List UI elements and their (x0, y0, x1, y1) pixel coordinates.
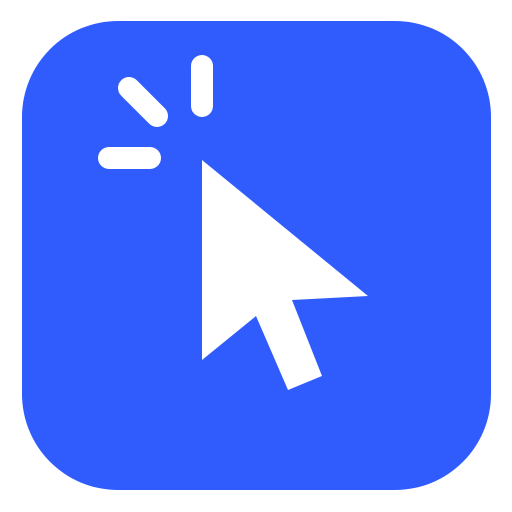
arrow-cursor-icon (202, 160, 368, 390)
app-icon-canvas (0, 0, 512, 512)
click-burst-line-diagonal (118, 77, 168, 127)
cursor-click-icon (98, 55, 368, 390)
click-burst-lines (98, 55, 213, 169)
